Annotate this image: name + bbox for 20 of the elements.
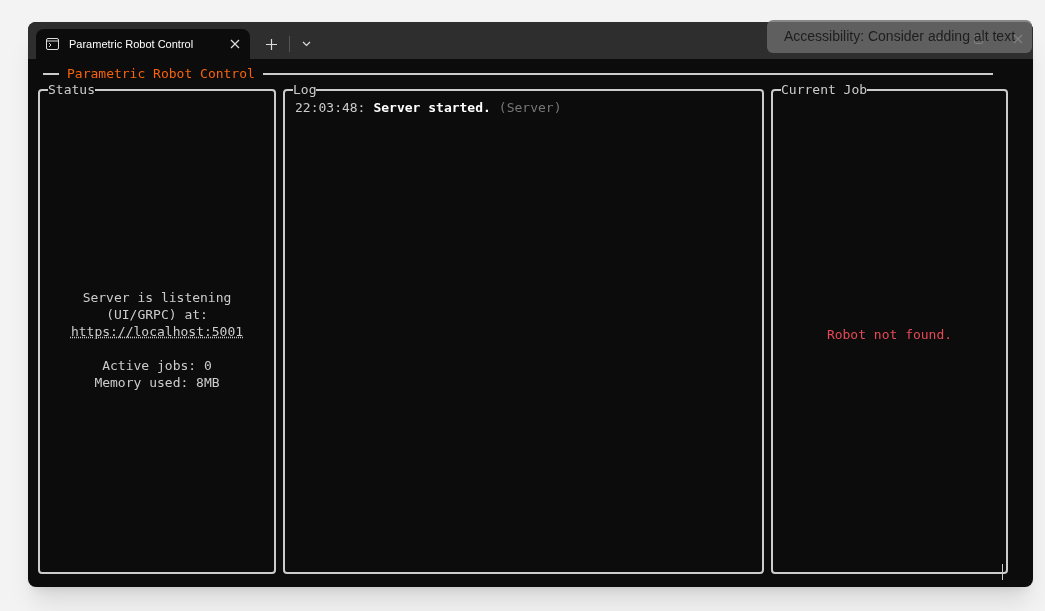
tab[interactable]: Parametric Robot Control: [36, 29, 250, 59]
dropdown-icon[interactable]: [302, 41, 311, 47]
server-link[interactable]: https://localhost:5001: [70, 322, 244, 340]
terminal-icon: [46, 38, 59, 50]
job-message: Robot not found.: [826, 325, 953, 344]
panel-title: Current Job: [781, 83, 868, 97]
panel-title: Log: [293, 83, 317, 97]
app-title: Parametric Robot Control: [67, 65, 255, 84]
accessibility-tooltip: Accessibility: Consider adding alt text: [767, 20, 1032, 53]
log-source: (Server): [498, 99, 562, 117]
status-line: Server is listening: [82, 288, 232, 306]
status-line: Memory used: 8MB: [94, 373, 220, 391]
status-line: (UI/GRPC) at:: [106, 305, 208, 323]
new-tab-icon[interactable]: [266, 38, 277, 50]
tab-title: Parametric Robot Control: [69, 36, 195, 52]
panel-title: Status: [48, 83, 95, 97]
log-time: 22:03:48:: [295, 99, 366, 117]
log-message: Server started.: [373, 99, 491, 117]
status-line: Active jobs: 0: [102, 356, 212, 374]
close-icon[interactable]: [230, 39, 240, 49]
